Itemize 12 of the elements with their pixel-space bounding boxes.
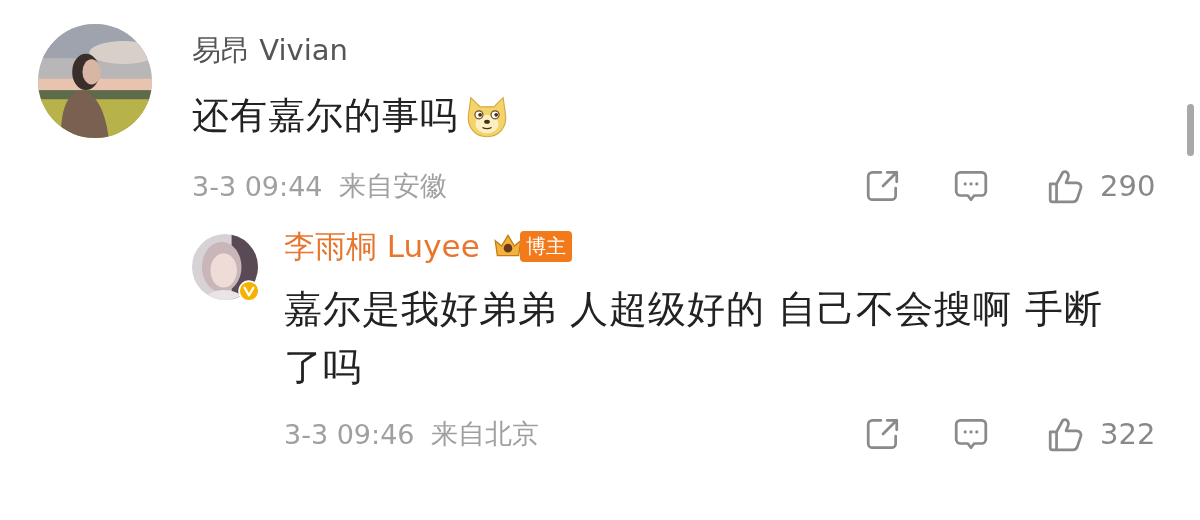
like-count: 322 (1100, 417, 1157, 451)
comment-location: 来自安徽 (338, 169, 447, 203)
comment-text: 还有嘉尔的事吗 (192, 93, 458, 139)
thumbs-up-icon[interactable] (1046, 415, 1084, 453)
user-name[interactable]: 易昂 Vivian (192, 30, 348, 70)
reply-location: 来自北京 (430, 417, 539, 451)
comment-time: 3-3 09:44 (192, 170, 323, 202)
like-count: 290 (1100, 169, 1157, 203)
scrollbar[interactable] (1187, 104, 1194, 156)
reply-time: 3-3 09:46 (284, 418, 415, 450)
thumbs-up-icon[interactable] (1046, 167, 1084, 205)
reply-text: 嘉尔是我好弟弟 人超级好的 自己不会搜啊 手断了吗 (284, 286, 1105, 391)
